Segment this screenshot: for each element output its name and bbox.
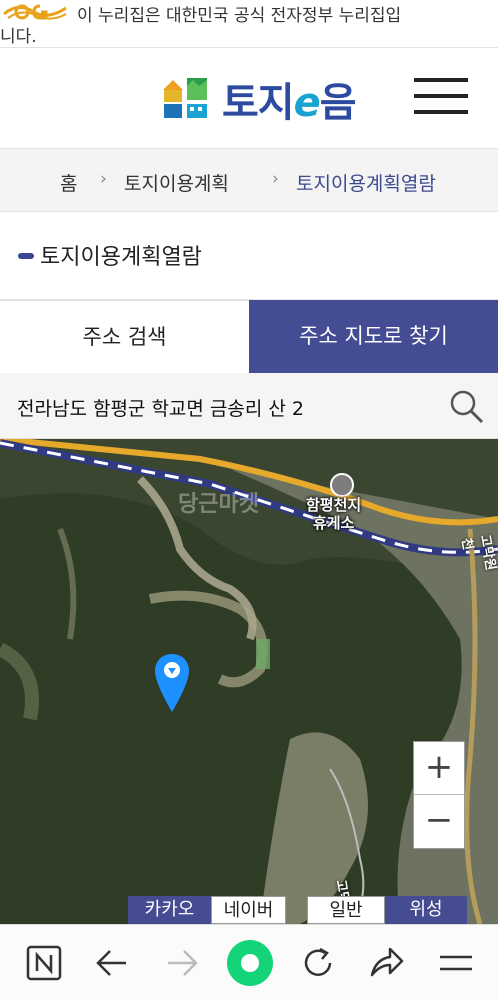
- share-icon[interactable]: [366, 943, 406, 983]
- back-arrow-icon[interactable]: [92, 943, 132, 983]
- poi-label-line1: 함평천지: [306, 496, 362, 514]
- poi-label[interactable]: 함평천지 휴게소: [306, 496, 361, 532]
- page-title-section: 토지이용계획열람: [0, 212, 498, 300]
- tab-address-search[interactable]: 주소 검색: [0, 300, 249, 373]
- map-source-naver-button[interactable]: 네이버: [211, 896, 286, 924]
- breadcrumb-home[interactable]: 홈: [60, 169, 77, 196]
- poi-label-line2: 휴게소: [312, 514, 355, 532]
- rest-area-icon[interactable]: [330, 473, 354, 497]
- land-e-eum-logo-icon[interactable]: [163, 76, 209, 120]
- map-type-satellite-button[interactable]: 위성: [385, 896, 467, 924]
- logo-text-end: 음: [319, 80, 357, 126]
- watermark-text: 당근마켓: [178, 492, 259, 517]
- zoom-in-button[interactable]: +: [414, 742, 464, 795]
- address-value: 전라남도 함평군 학교면 금송리 산 2: [17, 398, 305, 420]
- logo-text-main: 토지: [222, 80, 295, 126]
- logo-text-e: e: [293, 80, 321, 126]
- zoom-out-button[interactable]: −: [414, 795, 464, 848]
- home-dot-icon[interactable]: [226, 939, 274, 987]
- site-logo-text[interactable]: 토지e음: [222, 70, 357, 128]
- chevron-right-icon: ›: [100, 169, 107, 189]
- naver-n-icon[interactable]: [24, 943, 64, 983]
- breadcrumb-land-use-plan[interactable]: 토지이용계획: [124, 169, 229, 196]
- title-bullet-icon: [18, 253, 34, 259]
- gov-banner-text: 이 누리집은 대한민국 공식 전자정부 누리집입: [77, 6, 402, 26]
- address-display[interactable]: 전라남도 함평군 학교면 금송리 산 2: [0, 373, 498, 439]
- egov-logo-icon: [3, 4, 67, 20]
- road-label: 고막원천: [458, 533, 498, 572]
- search-tabs: 주소 검색 주소 지도로 찾기: [0, 300, 498, 373]
- reload-icon[interactable]: [298, 943, 338, 983]
- zoom-control: + −: [413, 741, 465, 849]
- site-header: 토지e음: [0, 48, 498, 148]
- chevron-right-icon: ›: [272, 169, 279, 189]
- browser-toolbar: [0, 924, 498, 1000]
- gov-banner: 이 누리집은 대한민국 공식 전자정부 누리집입 니다.: [0, 0, 498, 48]
- map-type-normal-button[interactable]: 일반: [307, 896, 385, 924]
- breadcrumb: 홈 › 토지이용계획 › 토지이용계획열람: [0, 148, 498, 212]
- breadcrumb-current: 토지이용계획열람: [296, 173, 436, 195]
- tab-find-on-map[interactable]: 주소 지도로 찾기: [249, 300, 498, 373]
- forward-arrow-icon[interactable]: [162, 943, 202, 983]
- menu-icon[interactable]: [436, 943, 476, 983]
- location-pin-icon[interactable]: [153, 652, 191, 714]
- map-source-kakao-button[interactable]: 카카오: [128, 896, 211, 924]
- search-icon[interactable]: [448, 388, 484, 424]
- gov-banner-text-cont: 니다.: [0, 27, 37, 47]
- page-title: 토지이용계획열람: [40, 245, 202, 270]
- menu-icon[interactable]: [414, 78, 468, 114]
